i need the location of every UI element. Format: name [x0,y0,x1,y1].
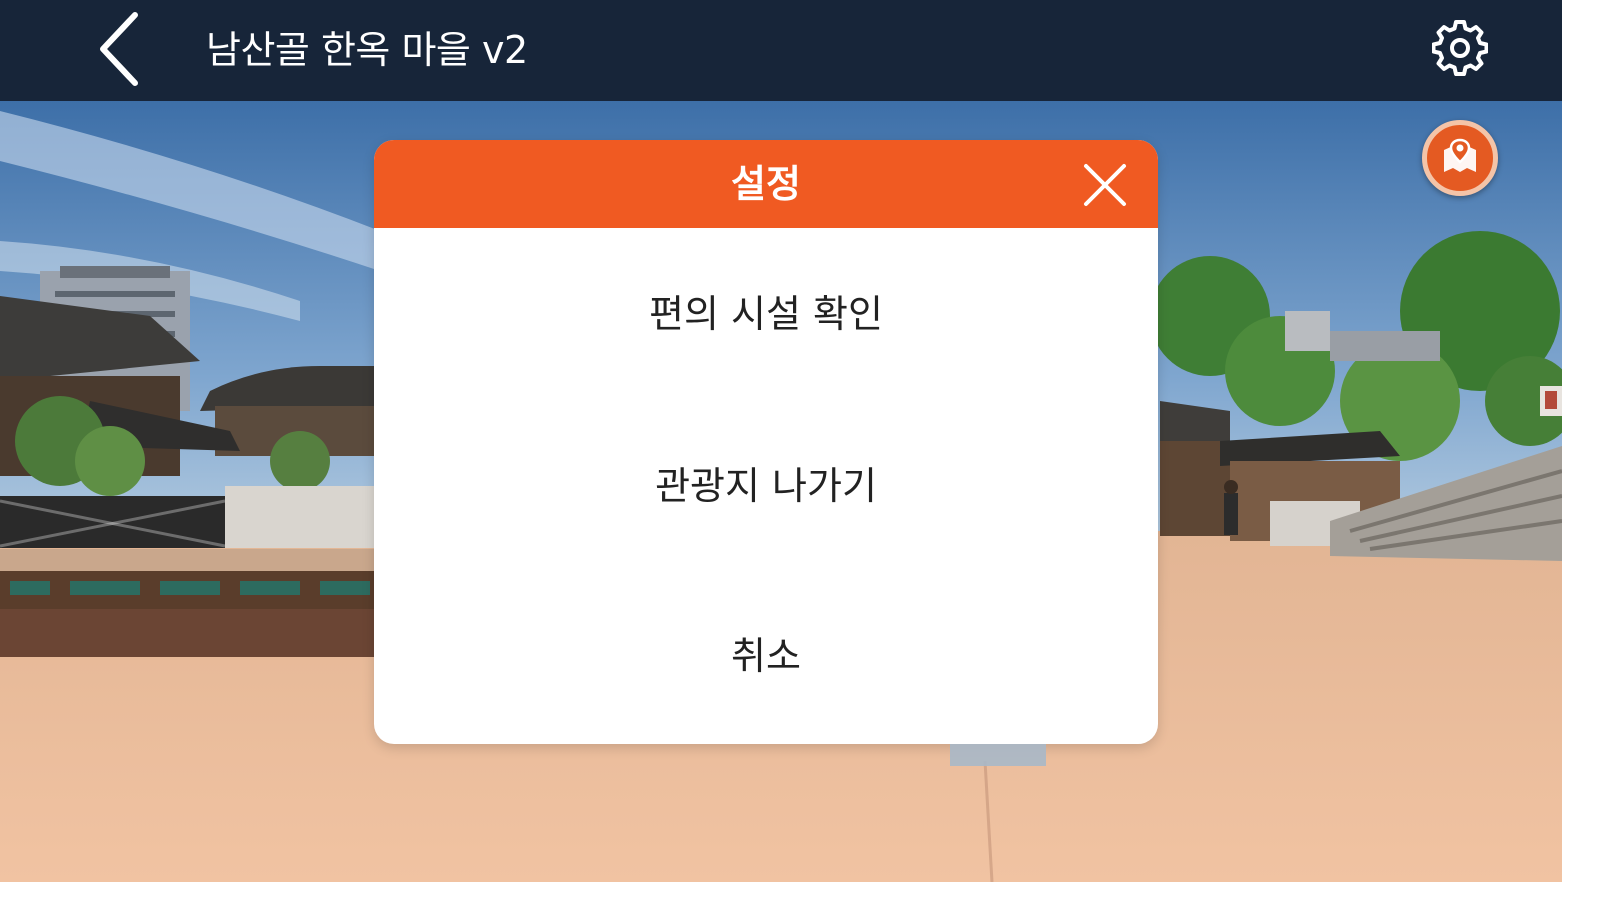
menu-item-amenities[interactable]: 편의 시설 확인 [374,254,1158,374]
menu-item-cancel[interactable]: 취소 [374,596,1158,716]
map-button[interactable] [1422,120,1498,196]
gear-icon [1431,20,1489,80]
dialog-close-button[interactable] [1080,160,1130,210]
back-button[interactable] [84,10,154,92]
page-title: 남산골 한옥 마을 v2 [206,28,528,72]
app-viewport: 남산골 한옥 마을 v2 설정 편의 시설 확인 관광지 나가기 취소 [0,0,1562,882]
top-app-bar: 남산골 한옥 마을 v2 [0,0,1562,101]
settings-button[interactable] [1424,14,1496,86]
dialog-header: 설정 [374,140,1158,228]
settings-dialog: 설정 편의 시설 확인 관광지 나가기 취소 [374,140,1158,744]
scroll-indicator [950,744,1046,766]
menu-item-exit-site[interactable]: 관광지 나가기 [374,426,1158,546]
chevron-left-icon [97,11,141,91]
close-icon [1080,164,1130,214]
map-pin-icon [1440,136,1480,180]
dialog-title: 설정 [731,162,801,206]
